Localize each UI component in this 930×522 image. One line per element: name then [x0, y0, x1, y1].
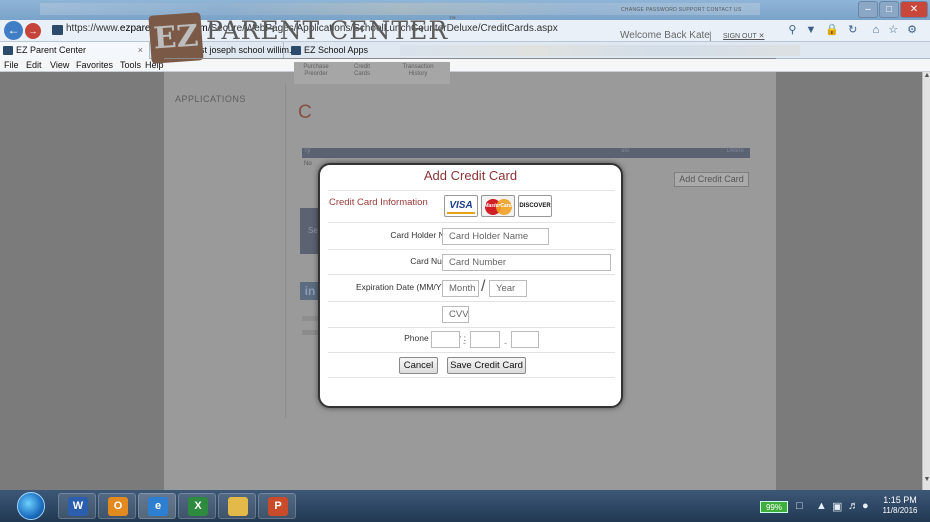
- word-icon: W: [68, 497, 88, 516]
- column-header-type: Ty: [304, 148, 311, 154]
- page-heading: C: [298, 102, 312, 123]
- divider: [328, 352, 615, 353]
- cancel-button[interactable]: Cancel: [399, 357, 438, 374]
- clock-date[interactable]: 11/8/2016: [872, 506, 928, 515]
- windows-taskbar: W O e X P 99% □ ▲ ▣ ♬ ● 1:15 PM 11/8/201…: [0, 490, 930, 522]
- close-window-button[interactable]: ✕: [900, 1, 928, 18]
- menu-edit[interactable]: Edit: [26, 59, 42, 72]
- divider: |: [709, 31, 712, 42]
- taskbar-powerpoint[interactable]: P: [258, 493, 296, 519]
- security-icon[interactable]: ●: [862, 500, 869, 512]
- maximize-button[interactable]: □: [879, 1, 899, 18]
- column-header-date: ate: [621, 148, 630, 154]
- menu-view[interactable]: View: [50, 59, 69, 72]
- phone-separator: -: [504, 338, 507, 348]
- side-panel-text: Se: [308, 226, 318, 235]
- phone-prefix-input[interactable]: [470, 331, 500, 348]
- show-hidden-icons-icon[interactable]: ▲: [816, 500, 827, 512]
- sub-navigation: Purchase Preorder Credit Cards Transacti…: [294, 62, 450, 84]
- menu-bar: File Edit View Favorites Tools Help: [0, 59, 930, 72]
- divider: [328, 274, 615, 275]
- internet-explorer-icon: e: [148, 497, 168, 516]
- tab-label: EZ School Apps: [304, 45, 369, 55]
- sign-out-link[interactable]: SIGN OUT ✕: [723, 32, 765, 40]
- add-credit-card-background-button[interactable]: Add Credit Card: [674, 172, 749, 187]
- divider: [328, 249, 615, 250]
- visa-logo-icon: VISA: [444, 195, 478, 217]
- date-separator: /: [481, 278, 486, 295]
- dialog-title: Add Credit Card: [423, 168, 518, 183]
- divider: [328, 377, 615, 378]
- tab-ez-parent-center[interactable]: EZ Parent Center ×: [0, 42, 150, 59]
- outlook-icon: O: [108, 497, 128, 516]
- ez-logo-mark: EZ: [148, 12, 204, 64]
- powerpoint-icon: P: [268, 497, 288, 516]
- window-title-bar: – □ ✕: [0, 0, 930, 20]
- taskbar-file-explorer[interactable]: [218, 493, 256, 519]
- tab-favicon-icon: [291, 46, 301, 55]
- screen: – □ ✕ ← → https://www.ezparentcenter.com…: [0, 0, 930, 522]
- taskbar-outlook[interactable]: O: [98, 493, 136, 519]
- search-lock-refresh-icons[interactable]: ⚲ ▼ 🔒 ↻ ⌂ ☆ ⚙: [788, 23, 920, 36]
- tab-label: EZ Parent Center: [16, 45, 87, 55]
- expiration-year-input[interactable]: Year: [489, 280, 527, 297]
- address-bar: ← → https://www.ezparentcenter.com/Secur…: [0, 20, 930, 42]
- folder-icon: [228, 497, 248, 516]
- top-links[interactable]: CHANGE PASSWORD SUPPORT CONTACT US: [621, 7, 742, 13]
- forward-button[interactable]: →: [25, 23, 41, 39]
- phone-line-input[interactable]: [511, 331, 539, 348]
- section-label: Credit Card Information: [329, 197, 428, 208]
- minimize-button[interactable]: –: [858, 1, 878, 18]
- divider: [328, 190, 615, 191]
- tab-purchase-preorder[interactable]: Purchase Preorder: [297, 64, 335, 78]
- divider: [328, 222, 615, 223]
- sidebar-divider: [285, 84, 286, 418]
- taskbar-internet-explorer[interactable]: e: [138, 493, 176, 519]
- cards-table-header: Ty ate Delete: [302, 148, 750, 158]
- close-tab-icon[interactable]: ×: [138, 42, 143, 59]
- network-icon[interactable]: ▣: [832, 500, 842, 513]
- phone-area-code-input[interactable]: [431, 331, 460, 348]
- taskbar-word[interactable]: W: [58, 493, 96, 519]
- tab-credit-cards[interactable]: Credit Cards: [347, 64, 377, 78]
- start-button[interactable]: [17, 492, 45, 520]
- column-header-delete: Delete: [726, 148, 744, 154]
- tab-favicon-icon: [3, 46, 13, 55]
- divider: [328, 301, 615, 302]
- divider: [328, 327, 615, 328]
- back-button[interactable]: ←: [4, 21, 23, 40]
- scroll-down-icon[interactable]: ▼: [923, 476, 930, 490]
- menu-tools[interactable]: Tools: [120, 59, 141, 72]
- welcome-text: Welcome Back Kate: [620, 30, 710, 41]
- card-holder-name-input[interactable]: Card Holder Name: [442, 228, 549, 245]
- mastercard-logo-icon: MasterCard: [481, 195, 515, 217]
- action-center-icon[interactable]: □: [796, 500, 803, 512]
- discover-logo-icon: DISCOVER: [518, 195, 552, 217]
- header-divider: [164, 58, 776, 59]
- blurred-favorites: [400, 45, 800, 56]
- linkedin-icon[interactable]: in: [300, 282, 320, 300]
- volume-icon[interactable]: ♬: [848, 500, 859, 512]
- sidebar-title: APPLICATIONS: [175, 94, 246, 104]
- tab-transaction-history[interactable]: Transaction History: [393, 64, 443, 78]
- menu-file[interactable]: File: [4, 59, 19, 72]
- cvv-input[interactable]: CVV: [442, 306, 469, 323]
- logo-text: PARENT CENTER™: [206, 16, 459, 45]
- clock-time[interactable]: 1:15 PM: [872, 495, 928, 505]
- save-credit-card-button[interactable]: Save Credit Card: [447, 357, 526, 374]
- card-number-input[interactable]: Card Number: [442, 254, 611, 271]
- expiration-month-input[interactable]: Month: [442, 280, 479, 297]
- vertical-scrollbar[interactable]: ▲ ▼: [922, 72, 930, 490]
- phone-separator: -: [463, 338, 466, 348]
- site-favicon-icon: [52, 25, 63, 35]
- table-row: No: [304, 161, 312, 167]
- tab-strip: EZ Parent Center × st mary st joseph sch…: [0, 42, 930, 59]
- scroll-up-icon[interactable]: ▲: [923, 72, 930, 86]
- add-credit-card-dialog: Add Credit Card Credit Card Information …: [318, 163, 623, 408]
- menu-favorites[interactable]: Favorites: [76, 59, 113, 72]
- excel-icon: X: [188, 497, 208, 516]
- battery-indicator[interactable]: 99%: [760, 501, 788, 513]
- taskbar-excel[interactable]: X: [178, 493, 216, 519]
